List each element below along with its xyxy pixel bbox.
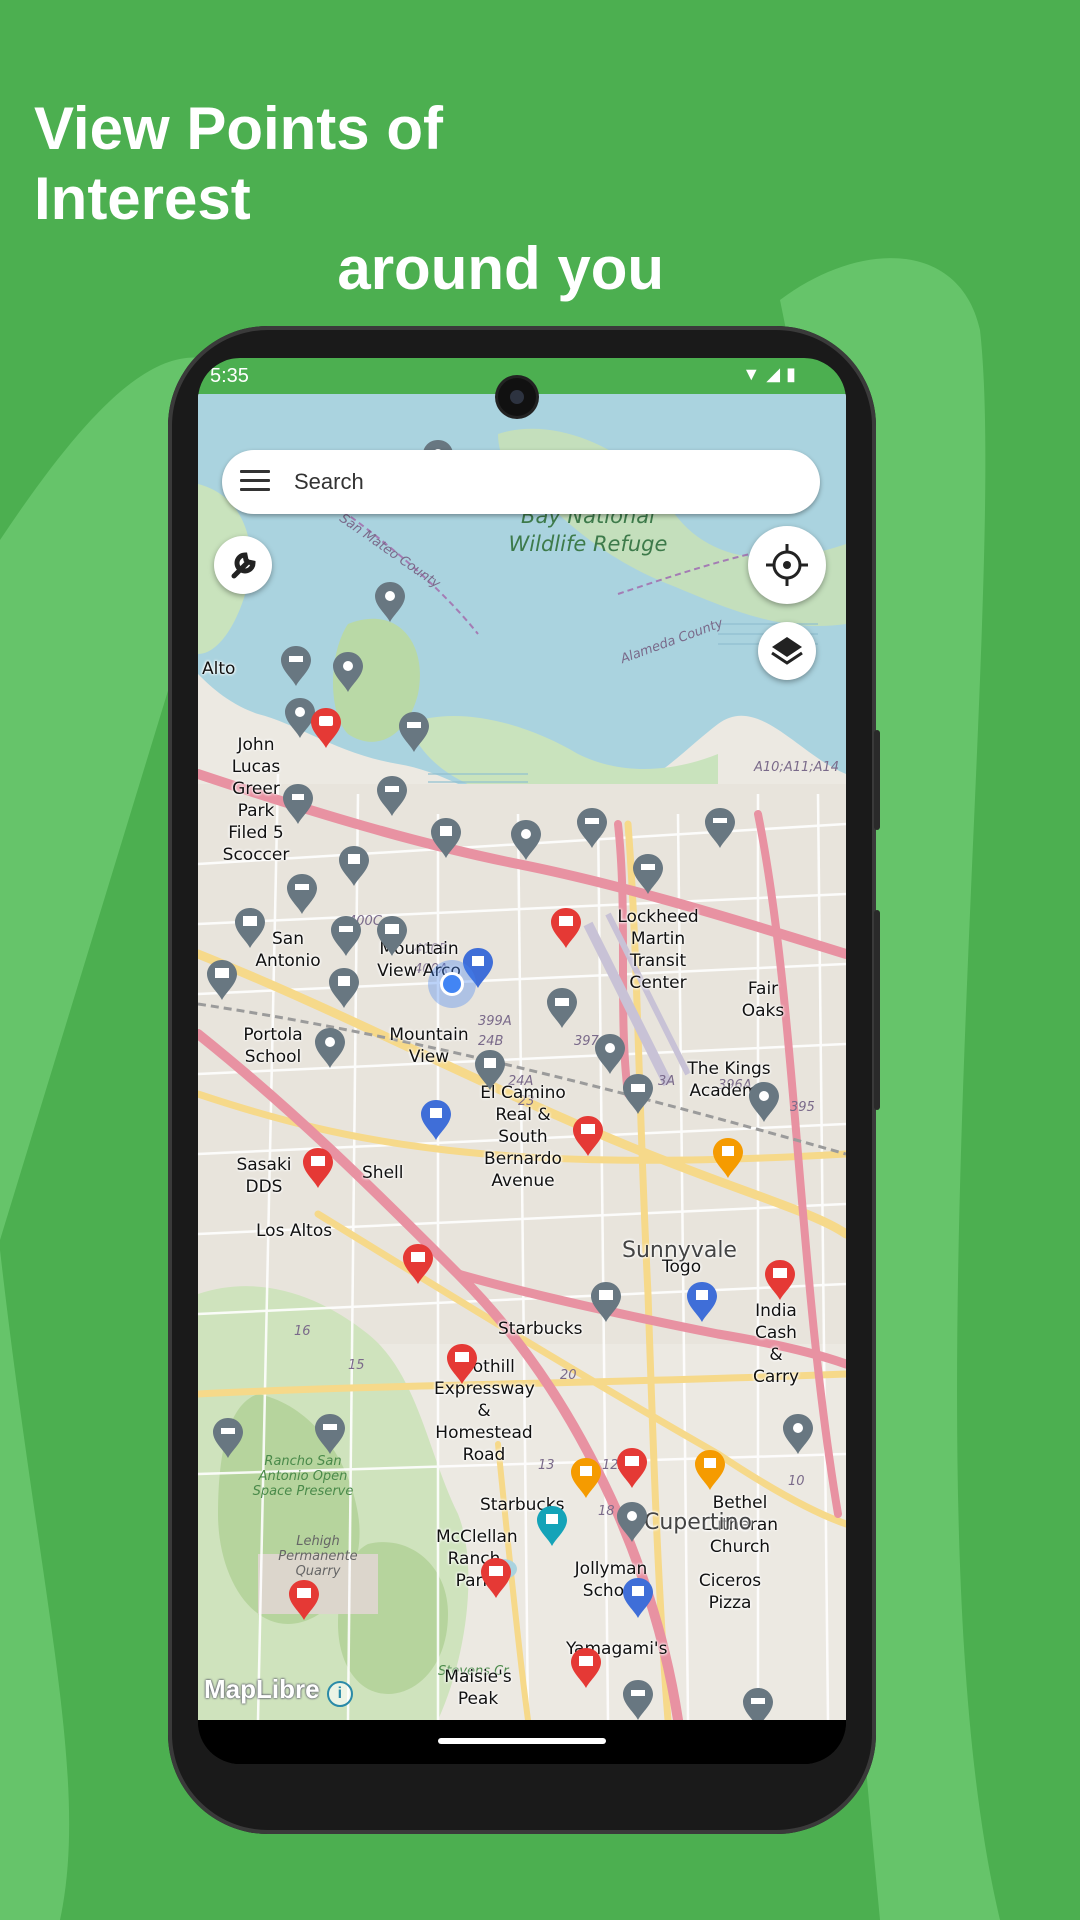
search-input[interactable]: Search xyxy=(294,469,364,495)
map-label-poi: Portola School xyxy=(243,1025,303,1067)
map-label-poi: Fair Oaks xyxy=(741,979,785,1021)
map-view[interactable]: San Francisco Bay National Wildlife Refu… xyxy=(198,394,846,1720)
map-label-route: 397 xyxy=(574,1034,599,1049)
map-label-city: Cupertino xyxy=(644,1510,752,1535)
map-label-poi: Sasaki DDS xyxy=(236,1155,292,1197)
map-label-poi: The Kings Academy xyxy=(687,1059,771,1101)
map-label-route: 24B xyxy=(478,1034,504,1049)
map-label-poi: Mountain View xyxy=(389,1025,469,1067)
map-label-route: A10;A11;A14 xyxy=(754,760,840,775)
my-location-button[interactable] xyxy=(748,526,826,604)
map-label-city: Los Altos xyxy=(256,1221,333,1241)
map-label-route: 18 xyxy=(598,1504,615,1519)
map-label-poi: San Antonio xyxy=(255,929,321,971)
map-label-route: 400C xyxy=(348,914,382,929)
maplibre-attribution[interactable]: MapLibre i xyxy=(204,1674,353,1707)
map-label-poi: Lockheed Martin Transit Center xyxy=(617,907,699,993)
map-label-route: 3A xyxy=(658,1074,676,1089)
front-camera xyxy=(498,378,536,416)
map-label-route: 10 xyxy=(788,1474,805,1489)
map-label-poi: McClellan Ranch Park xyxy=(436,1527,518,1591)
map-label-route: 395 xyxy=(790,1100,815,1115)
layers-button[interactable] xyxy=(758,622,816,680)
map-label-poi: El Camino Real & South Bernardo Avenue xyxy=(480,1083,566,1191)
map-label-route: 16 xyxy=(294,1324,311,1339)
phone-screen: 5:35 ▼◢▮ Bay National Wildlife Refuge Sa… xyxy=(198,358,846,1764)
map-label-route: 15 xyxy=(348,1358,365,1373)
gesture-nav-bar xyxy=(198,1720,846,1764)
battery-icon: ▮ xyxy=(786,364,802,384)
map-label-poi: John Lucas Greer Park Filed 5 Scoccer xyxy=(222,735,290,865)
crosshair-icon xyxy=(766,544,808,586)
menu-icon[interactable] xyxy=(240,470,270,492)
map-label-route: 13 xyxy=(538,1458,555,1473)
map-label-poi: Starbucks xyxy=(480,1495,565,1515)
map-label-poi: India Cash & Carry xyxy=(752,1301,800,1387)
volume-button xyxy=(874,730,880,830)
map-label-preserve: Rancho San Antonio Open Space Preserve xyxy=(252,1454,354,1499)
map-label-poi: Starbucks xyxy=(498,1319,583,1339)
layers-icon xyxy=(771,637,803,665)
map-label-poi: Togo xyxy=(662,1257,702,1277)
cellular-icon: ◢ xyxy=(766,364,787,384)
my-location-marker xyxy=(428,960,476,1008)
map-label-poi: Yamagami's xyxy=(566,1639,668,1659)
maplibre-logo-text: MapLibre xyxy=(204,1674,320,1704)
map-label-route: 12A xyxy=(602,1458,628,1473)
headline: View Points of Interest around you xyxy=(34,94,664,304)
map-label-quarry: Lehigh Permanente Quarry xyxy=(278,1534,358,1579)
search-bar[interactable]: Search xyxy=(222,450,820,514)
map-label-route: 20 xyxy=(560,1368,577,1383)
map-label-poi: Foothill Expressway & Homestead Road xyxy=(434,1357,535,1465)
map-label-route: 399A xyxy=(478,1014,512,1029)
map-label-poi: Maisie's Peak xyxy=(444,1667,512,1709)
wrench-icon xyxy=(231,552,256,579)
map-label-poi: Jollyman School xyxy=(574,1559,648,1601)
headline-line-2: around you xyxy=(337,235,664,302)
headline-line-1: View Points of Interest xyxy=(34,95,443,232)
info-icon[interactable]: i xyxy=(326,1681,353,1707)
map-label-city: Alto xyxy=(202,659,236,679)
wifi-icon: ▼ xyxy=(742,364,767,384)
map-label-poi: Shell xyxy=(362,1163,404,1183)
tools-button[interactable] xyxy=(214,536,272,594)
status-time: 5:35 xyxy=(210,365,249,387)
power-button xyxy=(874,910,880,1110)
home-indicator[interactable] xyxy=(438,1738,606,1744)
map-label-poi: Ciceros Pizza xyxy=(698,1571,762,1613)
